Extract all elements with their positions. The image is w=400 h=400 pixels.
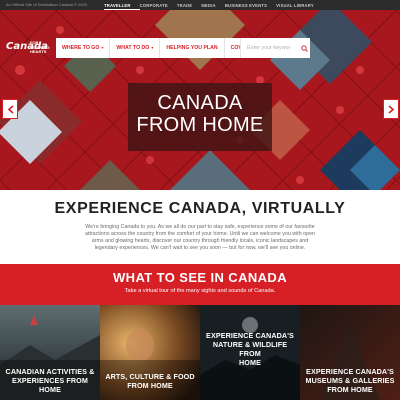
search-icon xyxy=(300,44,308,52)
intro-body: We're bringing Canada to you. As we all … xyxy=(85,224,315,251)
utility-bar: An Official Site of Destination Canada ©… xyxy=(0,0,400,10)
tile-museums-galleries[interactable]: EXPERIENCE CANADA'S MUSEUMS & GALLERIES … xyxy=(300,305,400,400)
tile-nature-caption: EXPERIENCE CANADA'S NATURE & WILDLIFE FR… xyxy=(204,331,296,367)
section-title: WHAT TO SEE IN CANADA xyxy=(112,270,288,285)
tile-caption-line: HOME xyxy=(39,385,61,394)
tab-business-events[interactable]: BUSINESS EVENTS xyxy=(225,0,276,10)
category-tiles: CANADIAN ACTIVITIES & EXPERIENCES FROM H… xyxy=(0,305,400,400)
tile-caption-line: EXPERIENCES FROM xyxy=(12,376,88,385)
tile-caption-line: NATURE & WILDLIFE FROM xyxy=(212,340,288,358)
nav-where-to-go-label: WHERE TO GO xyxy=(62,45,100,51)
canada-logo[interactable]: Canada FOR GLOWING HEARTS xyxy=(6,39,50,55)
chevron-left-icon xyxy=(7,104,14,114)
carousel-next-button[interactable] xyxy=(383,99,399,119)
intro-heading: EXPERIENCE CANADA, VIRTUALLY xyxy=(54,200,346,217)
tile-nature-wildlife[interactable]: EXPERIENCE CANADA'S NATURE & WILDLIFE FR… xyxy=(200,305,300,400)
logo-wordmark: Canada xyxy=(6,41,48,52)
tile-museums-caption: EXPERIENCE CANADA'S MUSEUMS & GALLERIES … xyxy=(304,367,396,394)
tile-caption-line: EXPERIENCE CANADA'S xyxy=(206,331,294,340)
tile-caption-line: FROM HOME xyxy=(127,381,173,390)
chevron-right-icon xyxy=(387,104,394,114)
nav-where-to-go[interactable]: WHERE TO GO ▾ xyxy=(56,38,111,58)
nav-helping-you-plan[interactable]: HELPING YOU PLAN xyxy=(160,38,223,58)
tab-media[interactable]: MEDIA xyxy=(201,0,225,10)
tile-caption-line: EXPERIENCE CANADA'S xyxy=(306,367,394,376)
nav-what-to-do-label: WHAT TO DO xyxy=(116,45,150,51)
hero-title: CANADA FROM HOME xyxy=(128,92,272,136)
tile-caption-line: ARTS, CULTURE & FOOD xyxy=(105,372,195,381)
tile-caption-line: MUSEUMS & GALLERIES xyxy=(305,376,395,385)
tab-corporate[interactable]: CORPORATE xyxy=(140,0,177,10)
tab-visual-library[interactable]: VISUAL LIBRARY xyxy=(276,0,323,10)
logo-tagline: FOR GLOWING HEARTS xyxy=(30,40,50,54)
hero-title-line-1: CANADA xyxy=(157,92,243,114)
audience-tabs: TRAVELLER CORPORATE TRADE MEDIA BUSINESS… xyxy=(104,0,323,10)
nav-what-to-do[interactable]: WHAT TO DO ▾ xyxy=(110,38,159,58)
tile-activities[interactable]: CANADIAN ACTIVITIES & EXPERIENCES FROM H… xyxy=(0,305,100,400)
tile-caption-line: CANADIAN ACTIVITIES & xyxy=(5,367,95,376)
hero-title-line-2: FROM HOME xyxy=(136,114,264,136)
search-button[interactable] xyxy=(298,38,310,58)
chevron-down-icon: ▾ xyxy=(151,45,154,50)
tab-traveller[interactable]: TRAVELLER xyxy=(104,0,140,10)
section-subtitle: Take a virtual tour of the many sights a… xyxy=(124,288,276,294)
search-input[interactable] xyxy=(240,38,298,58)
tile-arts-caption: ARTS, CULTURE & FOOD FROM HOME xyxy=(104,372,196,390)
tile-arts-culture-food[interactable]: ARTS, CULTURE & FOOD FROM HOME xyxy=(100,305,200,400)
official-site-text: An Official Site of Destination Canada ©… xyxy=(6,2,87,7)
tab-trade[interactable]: TRADE xyxy=(177,0,201,10)
tile-caption-line: FROM HOME xyxy=(327,385,373,394)
tile-caption-line: HOME xyxy=(239,358,261,367)
tile-activities-caption: CANADIAN ACTIVITIES & EXPERIENCES FROM H… xyxy=(4,367,96,394)
chevron-down-icon: ▾ xyxy=(101,45,104,50)
carousel-prev-button[interactable] xyxy=(2,99,18,119)
